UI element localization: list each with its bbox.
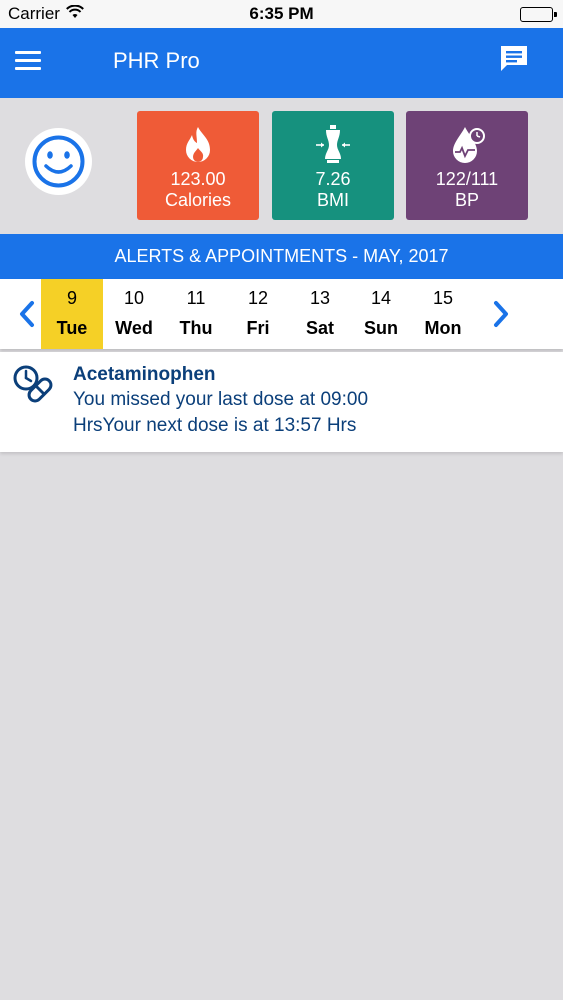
chevron-left-icon [20,301,34,327]
medication-name: Acetaminophen [73,364,216,385]
day-name: Sun [364,318,398,338]
day-number: 13 [309,288,331,308]
day-name: Thu [179,318,213,338]
pill-clock-icon [12,364,56,408]
bp-tile[interactable]: 122/111 BP [406,111,528,220]
medication-alert[interactable]: Acetaminophen You missed your last dose … [0,352,563,452]
calendar-day-wed[interactable]: 10 Wed [103,279,165,349]
day-name: Wed [115,318,153,338]
status-bar: Carrier 6:35 PM [0,0,563,28]
day-name: Sat [305,318,334,338]
calendar-day-tue[interactable]: 9 Tue [41,279,103,349]
bp-value: 122/111 [435,169,499,189]
previous-week-button[interactable] [12,297,42,331]
body-measure-icon [272,123,394,167]
battery-icon [520,7,557,22]
bp-label: BP [454,190,479,210]
blood-pressure-icon [406,123,528,167]
bmi-value: 7.26 [315,169,351,189]
calendar-day-sun[interactable]: 14 Sun [350,279,412,349]
health-summary: 123.00 Calories 7.26 BMI 122/111 BP [0,98,563,234]
day-number: 14 [370,288,392,308]
nav-bar: PHR Pro [0,28,563,98]
day-name: Tue [56,318,88,338]
day-number: 10 [123,288,145,308]
calories-value: 123.00 [170,169,226,189]
bmi-tile[interactable]: 7.26 BMI [272,111,394,220]
day-number: 11 [186,288,206,308]
app-title: PHR Pro [113,48,200,73]
alert-message-line-1: You missed your last dose at 09:00 [73,389,369,410]
next-week-button[interactable] [486,297,516,331]
day-number: 9 [66,288,77,308]
chat-icon[interactable] [498,43,530,75]
calories-tile[interactable]: 123.00 Calories [137,111,259,220]
day-name: Mon [424,318,462,338]
flame-icon [137,123,259,167]
day-name: Fri [246,318,270,338]
status-time: 6:35 PM [249,4,314,23]
alerts-header: ALERTS & APPOINTMENTS - MAY, 2017 [0,234,563,279]
calendar-day-fri[interactable]: 12 Fri [227,279,289,349]
alert-message-line-2: HrsYour next dose is at 13:57 Hrs [73,415,357,436]
hamburger-menu-icon[interactable] [15,51,41,71]
calendar-day-mon[interactable]: 15 Mon [412,279,474,349]
smiley-face-icon [32,135,85,188]
calendar-day-sat[interactable]: 13 Sat [289,279,351,349]
calories-label: Calories [164,190,232,210]
calendar-day-thu[interactable]: 11 Thu [165,279,227,349]
day-number: 15 [432,288,454,308]
bmi-label: BMI [316,190,349,210]
chevron-right-icon [494,301,508,327]
avatar[interactable] [25,128,92,195]
calendar-strip: 9 Tue 10 Wed 11 Thu 12 Fri 13 Sat 14 Sun… [0,279,563,349]
day-number: 12 [247,288,269,308]
